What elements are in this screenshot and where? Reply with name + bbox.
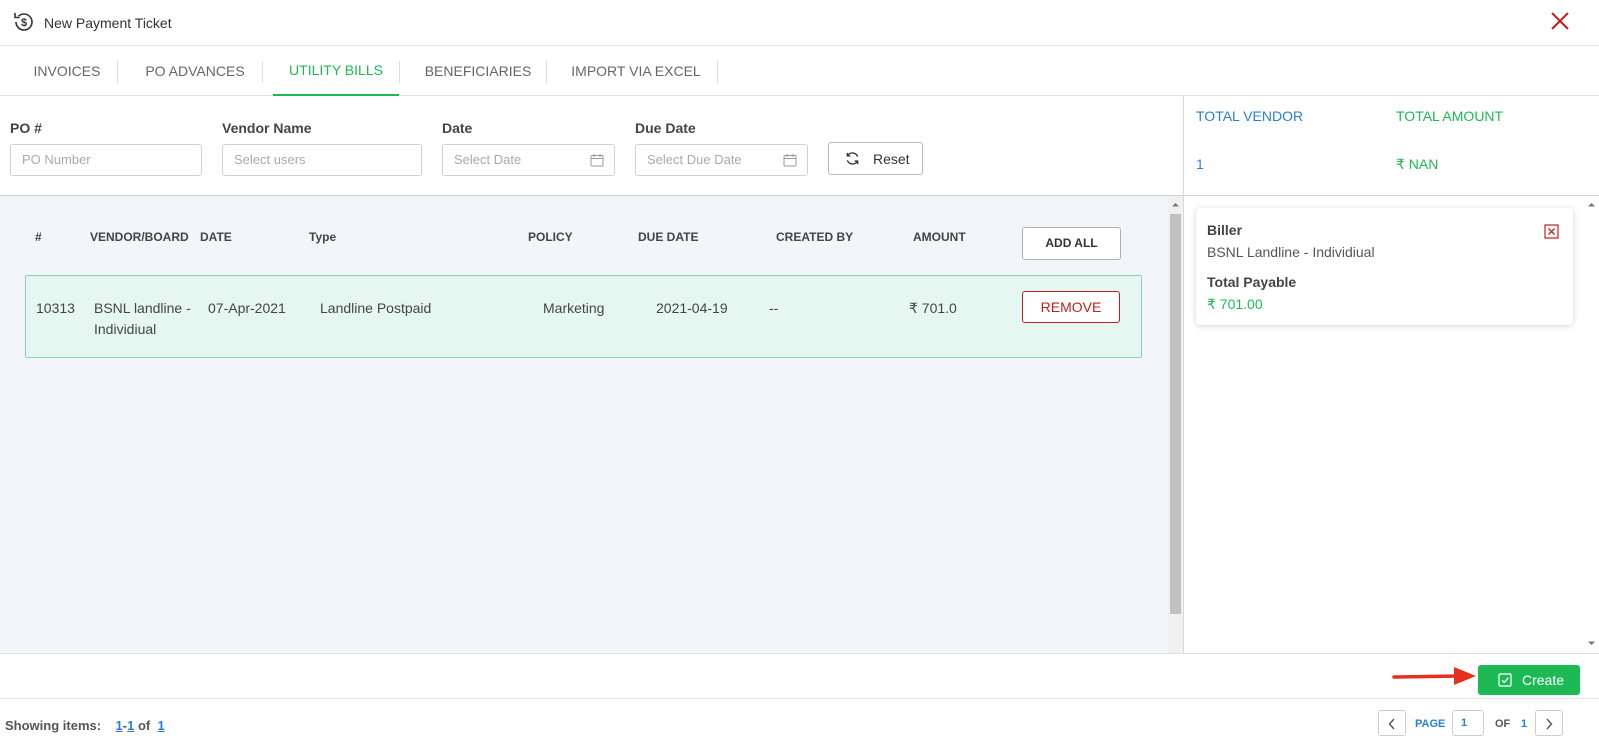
panel-scrollbar[interactable] [1584, 196, 1599, 653]
pagination-footer: Showing items: 1-1 of 1 PAGE OF 1 [0, 700, 1599, 750]
date-placeholder: Select Date [454, 152, 522, 167]
tab-divider [399, 61, 400, 83]
range-end-link[interactable]: 1 [127, 718, 134, 733]
total-payable-value: ₹ 701.00 [1207, 296, 1263, 312]
svg-text:$: $ [21, 17, 27, 29]
bills-table: # VENDOR/BOARD DATE Type POLICY DUE DATE… [0, 196, 1168, 653]
add-all-button[interactable]: ADD ALL [1022, 227, 1121, 260]
vendor-name-label: Vendor Name [222, 120, 312, 136]
total-amount-value: ₹ NAN [1396, 156, 1439, 172]
range-start-link[interactable]: 1 [116, 718, 123, 733]
tab-divider [717, 61, 718, 83]
total-items-link[interactable]: 1 [157, 718, 164, 733]
page-number-input[interactable] [1452, 710, 1484, 736]
refresh-icon [846, 152, 859, 165]
reset-label: Reset [873, 151, 910, 167]
of-pages-label: OF [1495, 718, 1511, 730]
showing-items-text: Showing items: 1-1 of 1 [5, 718, 165, 733]
row-policy: Marketing [543, 300, 605, 316]
column-header: # [35, 230, 42, 244]
tab-bar: INVOICES PO ADVANCES UTILITY BILLS BENEF… [0, 46, 1599, 96]
tab-divider [117, 61, 118, 83]
tab-divider [546, 61, 547, 83]
column-header: VENDOR/BOARD [90, 230, 189, 244]
po-label: PO # [10, 120, 42, 136]
remove-button[interactable]: REMOVE [1022, 291, 1120, 323]
total-amount-label: TOTAL AMOUNT [1396, 108, 1504, 124]
scrollbar-thumb[interactable] [1170, 214, 1181, 614]
action-bar [0, 653, 1599, 699]
column-header: DUE DATE [638, 230, 699, 244]
column-header: Type [309, 230, 337, 244]
biller-value: BSNL Landline - Individiual [1207, 244, 1375, 260]
tab-divider [262, 61, 263, 83]
due-date-placeholder: Select Due Date [647, 152, 742, 167]
filter-bar: PO # PO Number Vendor Name Select users … [0, 96, 1183, 196]
row-vendor-line1: BSNL landline - [94, 300, 191, 316]
checkbox-check-icon [1498, 673, 1512, 687]
row-due-date: 2021-04-19 [656, 300, 728, 316]
totals-panel: TOTAL VENDOR TOTAL AMOUNT 1 ₹ NAN [1183, 96, 1599, 196]
tab-invoices[interactable]: INVOICES [18, 46, 116, 96]
column-header: CREATED BY [776, 230, 854, 244]
create-button[interactable]: Create [1478, 665, 1580, 695]
next-page-button[interactable] [1535, 710, 1563, 736]
prev-page-button[interactable] [1378, 710, 1406, 736]
due-date-input[interactable]: Select Due Date [635, 144, 808, 176]
date-label: Date [442, 120, 473, 136]
create-label: Create [1522, 672, 1565, 688]
total-pages: 1 [1521, 718, 1528, 730]
red-arrow-annotation [1392, 667, 1476, 685]
tab-utility-bills[interactable]: UTILITY BILLS [273, 46, 399, 96]
row-date: 07-Apr-2021 [208, 300, 286, 316]
scroll-down-icon[interactable] [1587, 639, 1596, 648]
row-id: 10313 [36, 300, 75, 316]
calendar-icon [783, 154, 797, 167]
total-vendor-value: 1 [1196, 156, 1204, 172]
total-vendor-label: TOTAL VENDOR [1196, 108, 1304, 124]
chevron-right-icon [1546, 718, 1553, 730]
table-row: 10313 BSNL landline - Individiual 07-Apr… [25, 275, 1142, 358]
date-input[interactable]: Select Date [442, 144, 615, 176]
page-label: PAGE [1415, 718, 1446, 730]
chevron-left-icon [1388, 718, 1395, 730]
dialog-title: New Payment Ticket [44, 15, 172, 31]
close-icon[interactable] [1548, 9, 1572, 33]
scroll-up-icon[interactable] [1587, 200, 1596, 209]
tab-import-via-excel[interactable]: IMPORT VIA EXCEL [562, 46, 710, 96]
row-vendor-line2: Individiual [94, 321, 157, 337]
tab-po-advances[interactable]: PO ADVANCES [130, 46, 260, 96]
total-payable-label: Total Payable [1207, 274, 1297, 290]
calendar-icon [590, 154, 604, 167]
table-scrollbar[interactable] [1168, 196, 1183, 653]
scroll-up-icon[interactable] [1171, 200, 1180, 209]
dollar-refresh-icon: $ [14, 13, 33, 31]
column-header: AMOUNT [913, 230, 966, 244]
due-date-label: Due Date [635, 120, 696, 136]
reset-button[interactable]: Reset [828, 142, 923, 175]
po-number-input[interactable]: PO Number [10, 144, 202, 176]
selected-billers-panel: Biller BSNL Landline - Individiual Total… [1183, 196, 1584, 653]
vendor-select-input[interactable]: Select users [222, 144, 422, 176]
biller-card: Biller BSNL Landline - Individiual Total… [1196, 208, 1573, 325]
row-created-by: -- [769, 300, 779, 316]
dialog-header: $ New Payment Ticket [0, 0, 1599, 46]
tab-beneficiaries[interactable]: BENEFICIARIES [410, 46, 546, 96]
biller-label: Biller [1207, 222, 1243, 238]
close-icon[interactable] [1544, 224, 1559, 239]
of-label: of [137, 718, 151, 733]
column-header: DATE [200, 230, 232, 244]
row-type: Landline Postpaid [320, 300, 432, 316]
row-amount: ₹ 701.0 [909, 300, 957, 316]
showing-label: Showing items: [5, 718, 102, 733]
column-header: POLICY [528, 230, 573, 244]
